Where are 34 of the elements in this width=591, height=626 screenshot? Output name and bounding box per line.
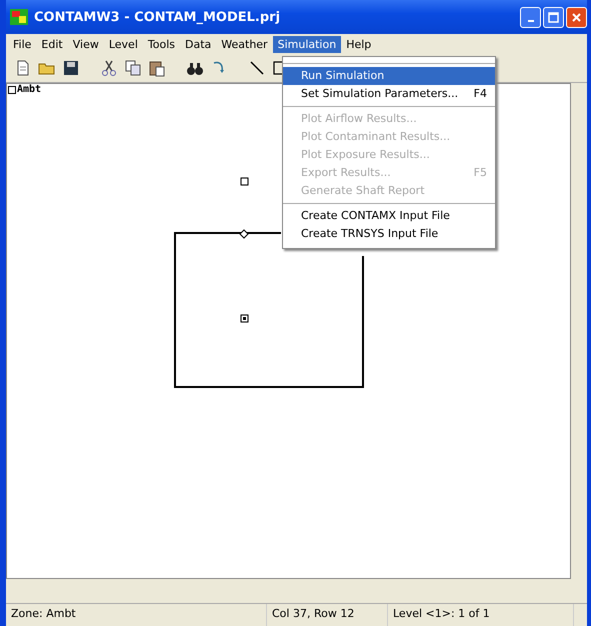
level-marker-icon [8,86,16,94]
close-button[interactable] [566,6,587,28]
window-title: CONTAMW3 - CONTAM_MODEL.prj [34,10,282,24]
scissors-icon[interactable] [100,59,118,77]
maximize-button[interactable] [543,6,564,28]
menu-option[interactable]: Create TRNSYS Input File [283,225,495,243]
menu-item[interactable]: Help [341,36,376,52]
minimize-icon [528,20,534,22]
menu-item[interactable]: Weather [216,36,273,52]
menu-item[interactable]: Edit [36,36,68,52]
menu-item[interactable]: Level [104,36,143,52]
menu-option[interactable]: Set Simulation Parameters... F4 [283,85,495,103]
menu-item[interactable]: View [68,36,104,52]
minimize-button[interactable] [520,6,541,28]
save-icon[interactable] [62,59,80,77]
close-icon [571,12,582,22]
menu-option[interactable]: Run Simulation [283,67,495,85]
menu-item[interactable]: Data [180,36,216,52]
app-icon [10,9,28,25]
ambient-node-icon [240,178,248,186]
copy-icon[interactable] [124,59,142,77]
menu-option[interactable]: Create CONTAMX Input File [283,207,495,225]
zone-node-icon [240,314,248,322]
menu-item[interactable]: File [8,36,36,52]
status-position: Col 37, Row 12 [267,604,388,626]
maximize-icon [548,12,559,22]
line-tool-icon[interactable] [248,59,266,77]
menu-item[interactable]: Tools [142,36,180,52]
status-level: Level <1>: 1 of 1 [388,604,574,626]
level-label: Ambt [17,84,42,95]
menu-item[interactable]: Simulation [272,36,342,52]
airflow-path-icon [239,229,249,239]
status-zone: Zone: Ambt [6,604,267,626]
paste-icon[interactable] [148,59,166,77]
